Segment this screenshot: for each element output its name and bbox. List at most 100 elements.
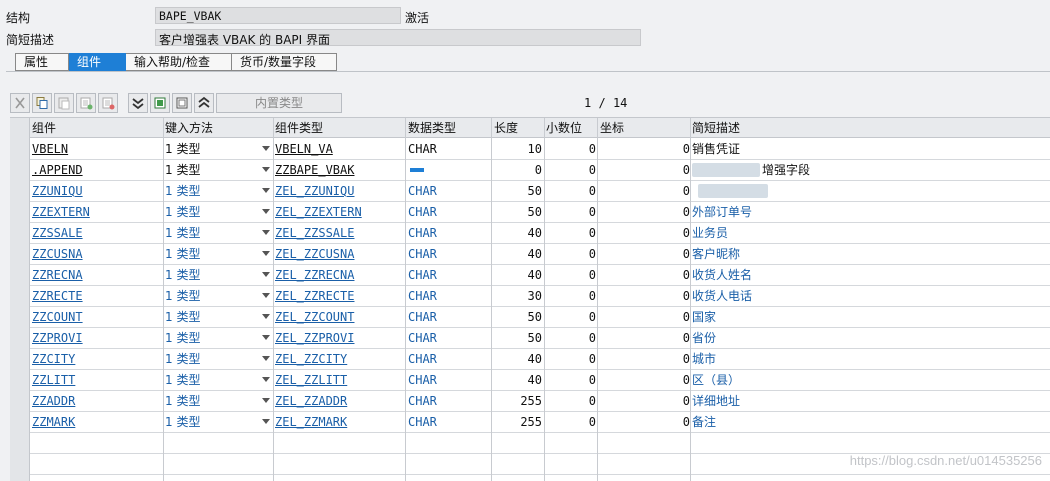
- cell-coordinate[interactable]: 0: [600, 244, 690, 264]
- cell-component-type[interactable]: ZEL_ZZCOUNT: [275, 307, 403, 327]
- cell-coordinate[interactable]: 0: [600, 265, 690, 285]
- cell-length[interactable]: 255: [494, 391, 542, 411]
- cell-coordinate[interactable]: 0: [600, 391, 690, 411]
- cell-data-type[interactable]: CHAR: [408, 370, 490, 390]
- table-row[interactable]: ZZADDR 1 类型 ZEL_ZZADDR CHAR 255 0 0 详细地址: [30, 391, 1050, 412]
- table-row[interactable]: ZZUNIQU 1 类型 ZEL_ZZUNIQU CHAR 50 0 0: [30, 181, 1050, 202]
- row-selector-column[interactable]: [10, 118, 30, 481]
- cell-component[interactable]: ZZRECTE: [32, 286, 160, 306]
- cell-typing-method[interactable]: 1 类型: [165, 181, 265, 201]
- cell-data-type[interactable]: CHAR: [408, 223, 490, 243]
- col-header-data-type[interactable]: 数据类型: [408, 118, 490, 138]
- cell-component[interactable]: ZZSSALE: [32, 223, 160, 243]
- cell-length[interactable]: 40: [494, 223, 542, 243]
- chevron-down-icon[interactable]: [262, 335, 270, 340]
- table-row[interactable]: ZZCOUNT 1 类型 ZEL_ZZCOUNT CHAR 50 0 0 国家: [30, 307, 1050, 328]
- cell-length[interactable]: 30: [494, 286, 542, 306]
- col-header-component-type[interactable]: 组件类型: [275, 118, 403, 138]
- structure-name-field[interactable]: BAPE_VBAK: [155, 7, 401, 24]
- cell-component-type[interactable]: ZZBAPE_VBAK: [275, 160, 403, 180]
- cell-short-description[interactable]: 备注: [692, 412, 832, 432]
- cell-component-type[interactable]: ZEL_ZZSSALE: [275, 223, 403, 243]
- table-row[interactable]: ZZLITT 1 类型 ZEL_ZZLITT CHAR 40 0 0 区（县）: [30, 370, 1050, 391]
- cell-component[interactable]: ZZUNIQU: [32, 181, 160, 201]
- table-row[interactable]: VBELN 1 类型 VBELN_VA CHAR 10 0 0 销售凭证: [30, 139, 1050, 160]
- cell-short-description[interactable]: 城市: [692, 349, 832, 369]
- cell-component-type[interactable]: ZEL_ZZLITT: [275, 370, 403, 390]
- tab-attributes[interactable]: 属性: [15, 53, 69, 71]
- cell-typing-method[interactable]: 1 类型: [165, 265, 265, 285]
- cell-component-type[interactable]: ZEL_ZZADDR: [275, 391, 403, 411]
- cell-component-type[interactable]: ZEL_ZZCITY: [275, 349, 403, 369]
- cell-coordinate[interactable]: 0: [600, 328, 690, 348]
- cell-typing-method[interactable]: 1 类型: [165, 391, 265, 411]
- cell-component-type[interactable]: ZEL_ZZCUSNA: [275, 244, 403, 264]
- cell-typing-method[interactable]: 1 类型: [165, 139, 265, 159]
- paste-button[interactable]: [54, 93, 74, 113]
- cell-component-type[interactable]: ZEL_ZZUNIQU: [275, 181, 403, 201]
- cell-short-description[interactable]: 收货人电话: [692, 286, 832, 306]
- cell-data-type[interactable]: CHAR: [408, 286, 490, 306]
- cell-coordinate[interactable]: 0: [600, 181, 690, 201]
- chevron-down-icon[interactable]: [262, 188, 270, 193]
- cell-data-type[interactable]: CHAR: [408, 181, 490, 201]
- cell-short-description[interactable]: 外部订单号: [692, 202, 832, 222]
- cell-component-type[interactable]: ZEL_ZZEXTERN: [275, 202, 403, 222]
- chevron-down-icon[interactable]: [262, 251, 270, 256]
- cell-component-type[interactable]: ZEL_ZZRECTE: [275, 286, 403, 306]
- chevron-down-icon[interactable]: [262, 146, 270, 151]
- cell-component-type[interactable]: ZEL_ZZPROVI: [275, 328, 403, 348]
- cell-data-type[interactable]: CHAR: [408, 391, 490, 411]
- cell-short-description[interactable]: 详细地址: [692, 391, 832, 411]
- table-row[interactable]: ZZSSALE 1 类型 ZEL_ZZSSALE CHAR 40 0 0 业务员: [30, 223, 1050, 244]
- collapse-button[interactable]: [194, 93, 214, 113]
- cell-typing-method[interactable]: 1 类型: [165, 328, 265, 348]
- cell-component[interactable]: ZZRECNA: [32, 265, 160, 285]
- cell-typing-method[interactable]: 1 类型: [165, 370, 265, 390]
- cell-coordinate[interactable]: 0: [600, 223, 690, 243]
- cell-component[interactable]: ZZMARK: [32, 412, 160, 432]
- cell-data-type[interactable]: CHAR: [408, 307, 490, 327]
- col-header-short-description[interactable]: 简短描述: [692, 118, 812, 138]
- chevron-down-icon[interactable]: [262, 398, 270, 403]
- deselect-button[interactable]: [172, 93, 192, 113]
- cell-component[interactable]: ZZEXTERN: [32, 202, 160, 222]
- cell-typing-method[interactable]: 1 类型: [165, 349, 265, 369]
- cell-coordinate[interactable]: 0: [600, 370, 690, 390]
- cell-component[interactable]: ZZLITT: [32, 370, 160, 390]
- cell-component[interactable]: .APPEND: [32, 160, 160, 180]
- cell-typing-method[interactable]: 1 类型: [165, 160, 265, 180]
- cell-short-description[interactable]: 省份: [692, 328, 832, 348]
- cell-short-description[interactable]: 增强字段: [762, 160, 902, 180]
- insert-row-button[interactable]: [76, 93, 96, 113]
- table-row[interactable]: ZZCUSNA 1 类型 ZEL_ZZCUSNA CHAR 40 0 0 客户昵称: [30, 244, 1050, 265]
- tab-input-help-check[interactable]: 输入帮助/检查: [126, 53, 232, 71]
- table-row[interactable]: ZZMARK 1 类型 ZEL_ZZMARK CHAR 255 0 0 备注: [30, 412, 1050, 433]
- cell-component-type[interactable]: ZEL_ZZRECNA: [275, 265, 403, 285]
- chevron-down-icon[interactable]: [262, 209, 270, 214]
- table-row[interactable]: ZZRECTE 1 类型 ZEL_ZZRECTE CHAR 30 0 0 收货人电话: [30, 286, 1050, 307]
- table-row[interactable]: ZZCITY 1 类型 ZEL_ZZCITY CHAR 40 0 0 城市: [30, 349, 1050, 370]
- cell-decimals[interactable]: 0: [546, 202, 596, 222]
- cell-component[interactable]: ZZPROVI: [32, 328, 160, 348]
- cell-component[interactable]: ZZCITY: [32, 349, 160, 369]
- cell-coordinate[interactable]: 0: [600, 286, 690, 306]
- cell-typing-method[interactable]: 1 类型: [165, 202, 265, 222]
- cell-data-type[interactable]: CHAR: [408, 139, 490, 159]
- cell-typing-method[interactable]: 1 类型: [165, 244, 265, 264]
- table-row[interactable]: .APPEND 1 类型 ZZBAPE_VBAK 0 0 0 增强字段: [30, 160, 1050, 181]
- short-description-field[interactable]: 客户增强表 VBAK 的 BAPI 界面: [155, 29, 641, 46]
- cell-component[interactable]: VBELN: [32, 139, 160, 159]
- delete-row-button[interactable]: [98, 93, 118, 113]
- cell-data-type[interactable]: CHAR: [408, 202, 490, 222]
- cell-data-type[interactable]: CHAR: [408, 349, 490, 369]
- cell-data-type[interactable]: CHAR: [408, 328, 490, 348]
- cell-length[interactable]: 40: [494, 265, 542, 285]
- col-header-decimals[interactable]: 小数位: [546, 118, 596, 138]
- cell-typing-method[interactable]: 1 类型: [165, 307, 265, 327]
- expand-button[interactable]: [128, 93, 148, 113]
- chevron-down-icon[interactable]: [262, 230, 270, 235]
- cell-coordinate[interactable]: 0: [600, 139, 690, 159]
- cell-decimals[interactable]: 0: [546, 244, 596, 264]
- tab-components[interactable]: 组件: [69, 53, 126, 71]
